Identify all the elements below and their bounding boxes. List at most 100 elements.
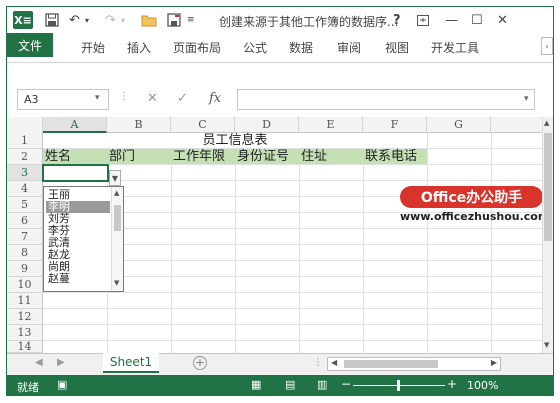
column-header-g[interactable]: G [427,117,491,133]
column-header-c[interactable]: C [171,117,235,133]
scroll-down-icon[interactable]: ▼ [544,341,549,349]
gridline [43,324,542,325]
undo-icon[interactable]: ↶ [69,10,80,30]
row-header-11[interactable]: 11 [7,293,43,309]
select-all-corner[interactable] [7,117,43,133]
scroll-left-icon[interactable]: ◀ [331,358,337,367]
redo-dropdown-icon[interactable]: ▾ [121,10,125,30]
dropdown-arrow-icon[interactable]: ▼ [109,170,121,186]
tab-home[interactable]: 开始 [81,39,105,56]
validation-dropdown-list[interactable]: 王丽 李明 刘芳 李芬 武清 赵龙 尚朗 赵蔓 ▲ ▼ [43,186,124,292]
open-folder-icon[interactable] [141,10,157,30]
new-sheet-icon[interactable]: + [193,356,207,370]
watermark-brand: Office办公助手 [400,186,543,208]
save-icon[interactable] [45,10,59,30]
header-cell-phone[interactable]: 联系电话 [365,149,417,164]
list-item[interactable]: 赵蔓 [46,273,110,285]
watermark: Office办公助手 www.officezhushou.com [400,186,552,223]
column-header-d[interactable]: D [235,117,299,133]
save-as-icon[interactable] [167,10,181,30]
expand-formula-bar-icon[interactable]: ▾ [524,94,529,104]
worksheet-grid[interactable]: A B C D E F G 1 2 3 4 5 6 7 8 9 10 11 12… [7,117,553,353]
row-header-8[interactable]: 8 [7,245,43,261]
scroll-up-icon[interactable]: ▲ [114,189,119,197]
status-ready: 就绪 [17,381,39,394]
scroll-down-icon[interactable]: ▼ [114,279,119,287]
row-header-6[interactable]: 6 [7,213,43,229]
page-break-view-icon[interactable]: ▥ [317,378,327,391]
minimize-icon[interactable]: — [445,10,458,30]
tab-view[interactable]: 视图 [385,39,409,56]
tab-formulas[interactable]: 公式 [243,39,267,56]
enter-icon[interactable]: ✓ [177,91,188,106]
formula-bar-separator-icon: ⋮ [119,91,129,102]
header-cell-address[interactable]: 住址 [301,149,327,164]
row-header-5[interactable]: 5 [7,197,43,213]
row-header-13[interactable]: 13 [7,325,43,341]
row-header-12[interactable]: 12 [7,309,43,325]
header-cell-department[interactable]: 部门 [109,149,135,164]
tab-developer[interactable]: 开发工具 [431,39,479,56]
normal-view-icon[interactable]: ▦ [251,378,261,391]
vertical-scrollbar[interactable]: ▲ ▼ [542,117,553,353]
excel-window: X≡ ↶ ▾ ↷ ▾ ≡ 创建来源于其他工作簿的数据序... ? — ☐ ✕ 文… [6,6,554,396]
watermark-url: www.officezhushou.com [400,210,550,223]
page-layout-view-icon[interactable]: ▤ [285,378,295,391]
header-cell-years[interactable]: 工作年限 [173,149,225,164]
row-header-1[interactable]: 1 [7,133,43,149]
gridline [171,133,172,353]
maximize-icon[interactable]: ☐ [471,10,483,30]
undo-dropdown-icon[interactable]: ▾ [85,10,89,30]
column-header-b[interactable]: B [107,117,171,133]
cancel-icon[interactable]: ✕ [147,91,158,106]
next-sheet-icon[interactable]: ▶ [57,357,65,368]
excel-logo-icon[interactable]: X≡ [13,11,33,29]
close-icon[interactable]: ✕ [497,10,508,30]
column-header-f[interactable]: F [363,117,427,133]
zoom-slider-thumb[interactable] [397,380,400,391]
zoom-out-icon[interactable]: − [341,377,351,391]
row-header-3[interactable]: 3 [7,165,43,181]
row-header-4[interactable]: 4 [7,181,43,197]
column-header-e[interactable]: E [299,117,363,133]
gridline [235,133,236,353]
redo-icon[interactable]: ↷ [105,10,116,30]
customize-qat-icon[interactable]: ≡ [187,10,195,30]
active-cell-a3[interactable] [42,164,109,182]
ribbon-scroll-right-icon[interactable]: › [541,37,553,55]
row-header-2[interactable]: 2 [7,149,43,165]
prev-sheet-icon[interactable]: ◀ [35,357,43,368]
tab-insert[interactable]: 插入 [127,39,151,56]
zoom-in-icon[interactable]: + [447,377,457,391]
column-header-a[interactable]: A [43,117,107,133]
ribbon-display-options-icon[interactable] [417,10,429,30]
tab-split-icon[interactable]: ⋮ [313,357,323,368]
header-cell-id-number[interactable]: 身份证号 [237,149,289,164]
dropdown-scrollbar[interactable]: ▲ ▼ [111,187,123,291]
formula-input[interactable] [237,89,535,110]
scroll-thumb[interactable] [544,133,552,241]
scroll-right-icon[interactable]: ▶ [491,358,497,367]
sheet-tab-bar: ◀ ▶ Sheet1 + ⋮ ◀ ▶ [7,353,553,375]
tab-data[interactable]: 数据 [289,39,313,56]
scroll-up-icon[interactable]: ▲ [544,119,549,127]
tab-page-layout[interactable]: 页面布局 [173,39,221,56]
tab-review[interactable]: 审阅 [337,39,361,56]
sheet-tab[interactable]: Sheet1 [103,353,159,373]
scroll-thumb[interactable] [344,360,438,368]
row-header-10[interactable]: 10 [7,277,43,293]
row-header-14[interactable]: 14 [7,341,43,353]
macro-record-icon[interactable]: ▣ [57,378,67,391]
help-button[interactable]: ? [393,10,401,30]
zoom-level[interactable]: 100% [467,379,498,392]
horizontal-scrollbar[interactable]: ◀ ▶ [327,357,501,371]
sheet-title[interactable]: 员工信息表 [43,133,427,148]
row-header-7[interactable]: 7 [7,229,43,245]
header-cell-name[interactable]: 姓名 [45,149,71,164]
insert-function-icon[interactable]: fx [209,91,221,106]
name-box-dropdown-icon[interactable]: ▾ [95,93,100,103]
tab-file[interactable]: 文件 [7,33,53,57]
ribbon-tabs: 文件 开始 插入 页面布局 公式 数据 审阅 视图 开发工具 › [7,33,553,63]
scroll-thumb[interactable] [114,205,121,231]
row-header-9[interactable]: 9 [7,261,43,277]
